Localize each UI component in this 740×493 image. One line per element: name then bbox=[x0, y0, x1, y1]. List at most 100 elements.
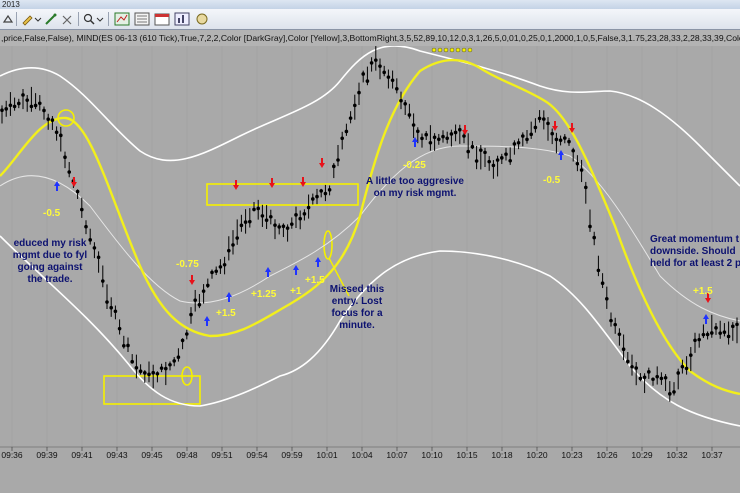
price-bar-close bbox=[332, 164, 336, 169]
x-tick-label: 10:20 bbox=[526, 450, 548, 460]
price-bar-close bbox=[315, 194, 319, 199]
price-bar-close bbox=[731, 324, 735, 329]
price-bar-close bbox=[735, 322, 739, 327]
price-bar-close bbox=[42, 108, 46, 113]
price-bar-close bbox=[185, 332, 189, 336]
price-bar-close bbox=[470, 144, 475, 149]
up-arrow-icon bbox=[412, 137, 418, 147]
down-arrow-icon bbox=[233, 180, 239, 190]
down-arrow-icon bbox=[552, 121, 558, 131]
x-tick-label: 10:29 bbox=[631, 450, 653, 460]
chevron-down-icon[interactable] bbox=[96, 12, 104, 26]
x-tick-label: 09:39 bbox=[36, 450, 58, 460]
data-box-icon[interactable] bbox=[134, 12, 150, 26]
price-bar-close bbox=[710, 331, 714, 335]
trade-label: +1.25 bbox=[251, 289, 277, 300]
down-arrow-icon bbox=[300, 177, 306, 187]
price-bar-close bbox=[432, 135, 437, 140]
indicator-parameters: ,price,False,False), MIND(ES 06-13 (610 … bbox=[0, 30, 740, 46]
price-bar-close bbox=[138, 369, 143, 374]
down-arrow-icon bbox=[71, 177, 77, 187]
price-bar-close bbox=[651, 377, 655, 382]
price-bar-close bbox=[411, 123, 416, 127]
price-bar-close bbox=[365, 79, 370, 83]
price-bar-close bbox=[487, 159, 492, 164]
cursor-dropdown-icon[interactable] bbox=[2, 12, 14, 26]
price-bar-close bbox=[172, 359, 176, 363]
price-bar-close bbox=[621, 347, 626, 351]
price-bar-close bbox=[201, 289, 206, 293]
pencil-icon[interactable] bbox=[20, 12, 34, 26]
price-bar-close bbox=[630, 364, 634, 369]
strategy-icon[interactable] bbox=[194, 12, 210, 26]
price-bar-close bbox=[689, 353, 693, 357]
price-bar-close bbox=[159, 366, 164, 370]
price-bar-close bbox=[718, 331, 722, 335]
annotation-risk-mgmt: educed my risk mgmt due to fyl going again… bbox=[13, 238, 88, 285]
price-bar-close bbox=[617, 332, 622, 337]
price-bar-close bbox=[273, 223, 277, 227]
price-bar-close bbox=[479, 148, 483, 152]
price-bar-close bbox=[113, 309, 118, 314]
price-bar-close bbox=[193, 298, 197, 302]
price-bar-close bbox=[130, 359, 134, 364]
price-bar-close bbox=[697, 337, 701, 342]
draw-objects-icon[interactable] bbox=[114, 12, 130, 26]
signal-dots bbox=[431, 47, 473, 53]
price-bar-close bbox=[63, 155, 67, 160]
x-tick-label: 09:43 bbox=[106, 450, 128, 460]
price-bar-close bbox=[437, 137, 441, 142]
chart-properties-icon[interactable] bbox=[174, 12, 190, 26]
price-bar-close bbox=[726, 334, 731, 339]
chart-window: 2013 ,price,False,False), MIND(ES 06-13 … bbox=[0, 0, 740, 493]
price-bar-close bbox=[390, 78, 395, 83]
price-chart[interactable]: -0.5 -0.75 +1.5 +1.25 +1 +1.5 -0.25 -0.5… bbox=[0, 46, 740, 493]
x-tick-label: 10:10 bbox=[421, 450, 443, 460]
up-arrow-icon bbox=[204, 316, 210, 326]
calendar-icon[interactable] bbox=[154, 12, 170, 26]
x-tick-label: 09:59 bbox=[281, 450, 303, 460]
zoom-icon[interactable] bbox=[82, 12, 96, 26]
price-bar-close bbox=[453, 130, 458, 135]
price-bar-close bbox=[504, 152, 508, 157]
price-bar-close bbox=[134, 365, 139, 370]
price-bar-close bbox=[500, 156, 504, 160]
price-bar-close bbox=[168, 362, 172, 367]
price-bar-close bbox=[575, 161, 580, 166]
price-bar-close bbox=[189, 312, 193, 317]
price-bar-close bbox=[4, 107, 8, 111]
price-bar-close bbox=[714, 326, 718, 330]
trade-label: -0.5 bbox=[43, 208, 61, 219]
price-bar-close bbox=[571, 148, 575, 153]
price-bar-close bbox=[206, 283, 210, 288]
price-bar-close bbox=[75, 189, 80, 194]
price-bar-close bbox=[596, 268, 601, 273]
chevron-down-icon[interactable] bbox=[34, 12, 42, 26]
price-bar-close bbox=[567, 139, 571, 144]
price-bar-close bbox=[164, 366, 168, 371]
price-bar-close bbox=[248, 219, 252, 224]
trade-label: +1.5 bbox=[693, 286, 713, 297]
price-bar-close bbox=[197, 302, 202, 307]
price-bar-close bbox=[626, 359, 630, 364]
eraser-icon[interactable] bbox=[60, 12, 74, 26]
price-bar-close bbox=[642, 375, 647, 380]
price-bar-close bbox=[101, 279, 105, 283]
price-bar-close bbox=[302, 212, 307, 216]
price-bar-close bbox=[584, 185, 588, 190]
up-arrow-icon bbox=[703, 314, 709, 324]
price-bar-close bbox=[441, 134, 445, 139]
price-bar-close bbox=[327, 188, 332, 192]
x-tick-label: 10:01 bbox=[316, 450, 338, 460]
up-arrow-icon bbox=[315, 257, 321, 267]
price-bar-close bbox=[38, 101, 42, 106]
price-bar-close bbox=[445, 136, 450, 141]
price-bar-close bbox=[462, 134, 466, 138]
trade-label: +1.5 bbox=[305, 275, 325, 286]
price-bar-close bbox=[88, 238, 92, 242]
price-bar-close bbox=[0, 108, 4, 113]
pen-icon[interactable] bbox=[44, 12, 58, 26]
price-bar-close bbox=[46, 117, 50, 122]
price-bar-close bbox=[344, 129, 349, 134]
price-bar-close bbox=[693, 338, 697, 343]
